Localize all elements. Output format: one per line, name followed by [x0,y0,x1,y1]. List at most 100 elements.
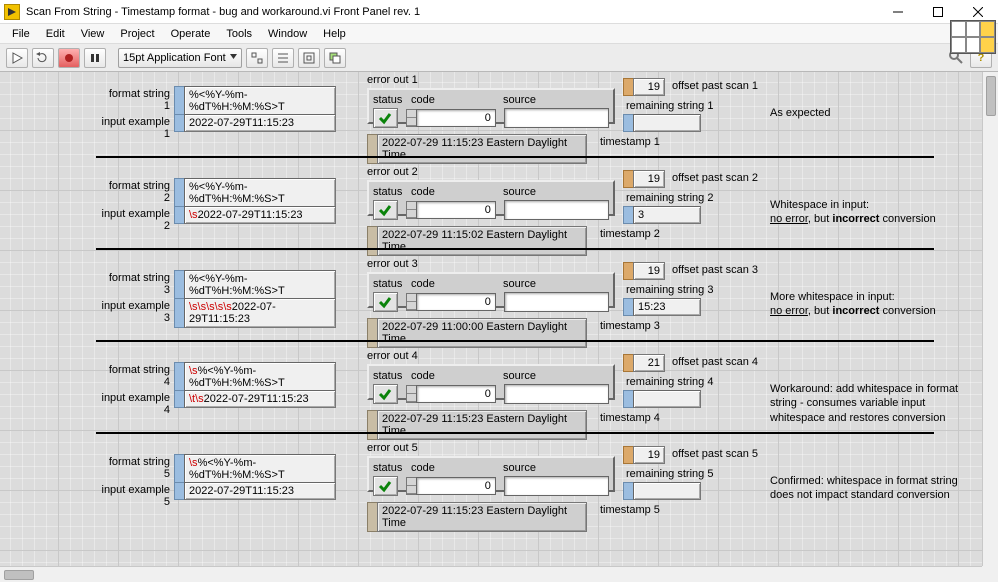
font-label: 15pt Application Font [123,52,226,64]
code-display[interactable]: 0 [406,109,496,127]
code-header: code [411,462,495,474]
remaining-label: remaining string 2 [626,192,713,204]
menu-window[interactable]: Window [260,24,315,43]
error-cluster[interactable]: status code source 0 [367,88,615,124]
code-display[interactable]: 0 [406,201,496,219]
code-display[interactable]: 0 [406,293,496,311]
status-indicator [373,108,398,128]
input-example-label: input example 2 [94,208,170,232]
timestamp-display[interactable]: 2022-07-29 11:15:23 Eastern Daylight Tim… [367,502,587,532]
divider [96,156,934,158]
input-example-display[interactable]: 2022-07-29T11:15:23 [174,482,336,500]
comment-text: Whitespace in input:no error, but incorr… [770,198,970,227]
status-header: status [373,186,403,198]
resize-grip[interactable] [982,566,998,582]
remaining-display[interactable] [623,390,701,408]
source-display[interactable] [504,384,609,404]
code-display[interactable]: 0 [406,385,496,403]
error-out-label: error out 1 [367,74,418,86]
timestamp-display[interactable]: 2022-07-29 11:15:23 Eastern Daylight Tim… [367,134,587,164]
code-header: code [411,370,495,382]
remaining-label: remaining string 4 [626,376,713,388]
menu-file[interactable]: File [4,24,38,43]
remaining-label: remaining string 1 [626,100,713,112]
error-cluster[interactable]: status code source 0 [367,364,615,400]
remaining-display[interactable]: 3 [623,206,701,224]
error-cluster[interactable]: status code source 0 [367,180,615,216]
menu-project[interactable]: Project [112,24,162,43]
code-header: code [411,94,495,106]
source-display[interactable] [504,292,609,312]
scrollbar-horizontal[interactable] [0,566,982,582]
error-out-label: error out 4 [367,350,418,362]
source-header: source [503,462,536,474]
remaining-display[interactable] [623,114,701,132]
comment-text: More whitespace in input:no error, but i… [770,290,970,319]
font-selector[interactable]: 15pt Application Font [118,48,242,68]
menu-view[interactable]: View [73,24,113,43]
status-indicator [373,476,398,496]
distribute-button[interactable] [272,48,294,68]
format-string-label: format string 3 [100,272,170,296]
comment-text: As expected [770,106,970,120]
error-out-label: error out 2 [367,166,418,178]
timestamp-display[interactable]: 2022-07-29 11:15:23 Eastern Daylight Tim… [367,410,587,440]
menu-help[interactable]: Help [315,24,354,43]
input-example-display[interactable]: \s2022-07-29T11:15:23 [174,206,336,224]
offset-label: offset past scan 3 [672,264,758,276]
timestamp-label: timestamp 5 [600,504,660,516]
status-header: status [373,462,403,474]
pause-button[interactable] [84,48,106,68]
code-display[interactable]: 0 [406,477,496,495]
source-display[interactable] [504,200,609,220]
menu-tools[interactable]: Tools [218,24,260,43]
format-string-display[interactable]: \s%<%Y-%m-%dT%H:%M:%S>T [174,362,336,392]
status-header: status [373,94,403,106]
divider [96,340,934,342]
format-string-display[interactable]: %<%Y-%m-%dT%H:%M:%S>T [174,178,336,208]
timestamp-display[interactable]: 2022-07-29 11:15:02 Eastern Daylight Tim… [367,226,587,256]
menu-operate[interactable]: Operate [163,24,219,43]
run-continuous-button[interactable] [32,48,54,68]
menu-edit[interactable]: Edit [38,24,73,43]
menu-bar: File Edit View Project Operate Tools Win… [0,24,998,44]
minimize-button[interactable] [878,0,918,24]
input-example-display[interactable]: \s\s\s\s\s2022-07-29T11:15:23 [174,298,336,328]
source-display[interactable] [504,476,609,496]
remaining-display[interactable]: 15:23 [623,298,701,316]
front-panel-canvas[interactable]: format string 1%<%Y-%m-%dT%H:%M:%S>Tinpu… [0,72,998,582]
timestamp-label: timestamp 3 [600,320,660,332]
remaining-label: remaining string 3 [626,284,713,296]
connector-pane-icon[interactable] [950,20,996,54]
source-header: source [503,186,536,198]
format-string-display[interactable]: \s%<%Y-%m-%dT%H:%M:%S>T [174,454,336,484]
divider [96,432,934,434]
offset-label: offset past scan 5 [672,448,758,460]
offset-display[interactable]: 19 [623,170,665,188]
reorder-button[interactable] [324,48,346,68]
error-cluster[interactable]: status code source 0 [367,456,615,492]
scrollbar-vertical[interactable] [982,72,998,566]
format-string-display[interactable]: %<%Y-%m-%dT%H:%M:%S>T [174,86,336,116]
run-button[interactable] [6,48,28,68]
offset-display[interactable]: 21 [623,354,665,372]
input-example-display[interactable]: 2022-07-29T11:15:23 [174,114,336,132]
divider [96,248,934,250]
source-display[interactable] [504,108,609,128]
scrollbar-h-thumb[interactable] [4,570,34,580]
remaining-display[interactable] [623,482,701,500]
scrollbar-v-thumb[interactable] [986,76,996,116]
offset-display[interactable]: 19 [623,446,665,464]
align-button[interactable] [246,48,268,68]
input-example-display[interactable]: \t\s2022-07-29T11:15:23 [174,390,336,408]
resize-button[interactable] [298,48,320,68]
offset-display[interactable]: 19 [623,262,665,280]
status-header: status [373,370,403,382]
timestamp-display[interactable]: 2022-07-29 11:00:00 Eastern Daylight Tim… [367,318,587,348]
format-string-display[interactable]: %<%Y-%m-%dT%H:%M:%S>T [174,270,336,300]
abort-button[interactable] [58,48,80,68]
error-cluster[interactable]: status code source 0 [367,272,615,308]
timestamp-label: timestamp 1 [600,136,660,148]
offset-display[interactable]: 19 [623,78,665,96]
toolbar: 15pt Application Font ? [0,44,998,72]
